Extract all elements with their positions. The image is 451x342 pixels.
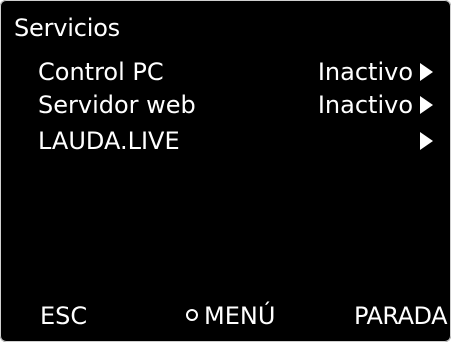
- display-frame: [0, 0, 451, 342]
- menu-item-value: Inactivo: [317, 58, 413, 86]
- menu-item-lauda-live[interactable]: LAUDA.LIVE: [0, 123, 451, 159]
- menu-item-label: LAUDA.LIVE: [38, 127, 180, 155]
- chevron-right-icon: [420, 63, 433, 81]
- menu-item-control-pc[interactable]: Control PC Inactivo: [0, 54, 451, 90]
- page-title: Servicios: [14, 14, 120, 42]
- esc-softkey[interactable]: ESC: [40, 300, 87, 332]
- menu-softkey[interactable]: MENÚ: [186, 300, 275, 332]
- stop-softkey[interactable]: PARADA: [354, 300, 447, 332]
- menu-item-label: Control PC: [38, 58, 164, 86]
- menu-softkey-label: MENÚ: [204, 302, 276, 330]
- menu-item-servidor-web[interactable]: Servidor web Inactivo: [0, 87, 451, 123]
- chevron-right-icon: [420, 96, 433, 114]
- chevron-right-icon: [420, 132, 433, 150]
- softkey-bar: ESC MENÚ PARADA: [0, 292, 451, 342]
- device-display: Servicios Control PC Inactivo Servidor w…: [0, 0, 451, 342]
- menu-item-value: Inactivo: [317, 91, 413, 119]
- circle-icon: [186, 309, 198, 321]
- menu-item-label: Servidor web: [38, 91, 196, 119]
